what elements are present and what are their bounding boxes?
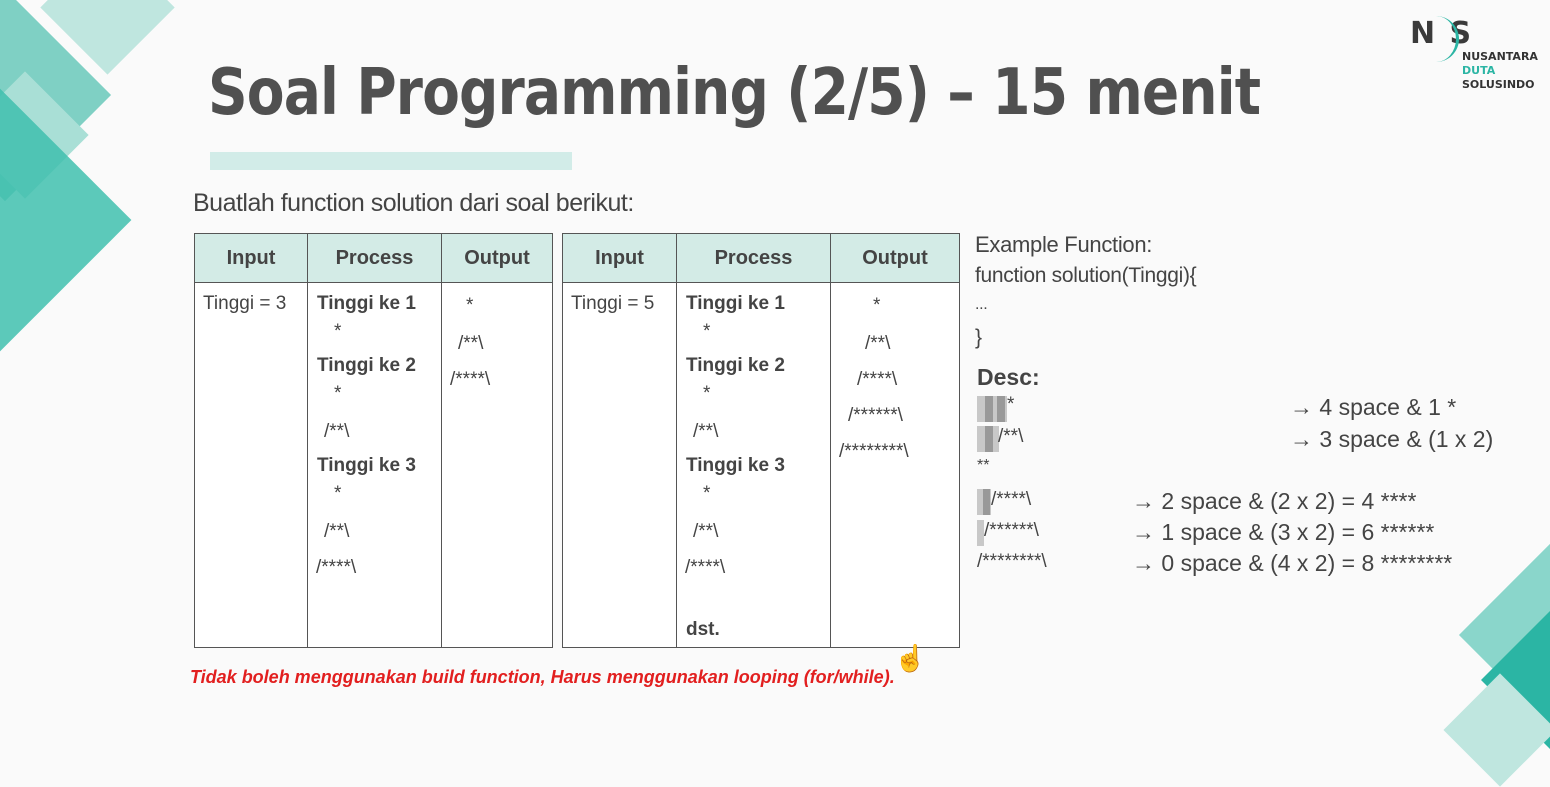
process-pattern: /****\: [316, 557, 357, 578]
output-line: *: [873, 295, 881, 316]
io-table-1: Input Process Output Tinggi = 3 Tinggi k…: [194, 233, 553, 648]
space-marker: [997, 396, 1005, 422]
space-marker: [985, 396, 993, 422]
desc-pattern: *: [1007, 394, 1015, 415]
process-pattern: *: [703, 383, 711, 404]
output-line: /********\: [839, 441, 909, 462]
title-underline: [210, 152, 572, 170]
space-marker: [983, 489, 990, 515]
process-pattern: /**\: [693, 521, 719, 542]
process-pattern: *: [703, 321, 711, 342]
input-cell: Tinggi = 5: [562, 282, 677, 648]
example-code-line: }: [975, 326, 982, 349]
output-line: /****\: [857, 369, 898, 390]
output-cell: * /**\ /****\: [441, 282, 553, 648]
process-step-label: Tinggi ke 3: [686, 455, 785, 476]
example-heading: Example Function:: [975, 232, 1153, 257]
process-cell: Tinggi ke 1 * Tinggi ke 2 * /**\ Tinggi …: [307, 282, 442, 648]
process-step-label: Tinggi ke 1: [317, 293, 416, 314]
process-continuation: dst.: [686, 619, 720, 640]
space-marker: [985, 426, 993, 452]
io-table-2: Input Process Output Tinggi = 5 Tinggi k…: [562, 233, 960, 648]
desc-pattern: /********\: [977, 551, 1047, 572]
logo-wordmark: NUSANTARA DUTA SOLUSINDO: [1462, 50, 1538, 92]
input-cell: Tinggi = 3: [194, 282, 308, 648]
logo-line2: DUTA: [1462, 64, 1496, 77]
output-line: *: [466, 295, 474, 316]
desc-explanation: → 0 space & (4 x 2) = 8 ********: [1132, 550, 1453, 576]
output-line: /****\: [450, 369, 491, 390]
process-pattern: /**\: [693, 421, 719, 442]
input-value: Tinggi = 5: [571, 293, 655, 314]
slide-subtitle: Buatlah function solution dari soal beri…: [193, 189, 634, 217]
process-pattern: *: [703, 483, 711, 504]
process-pattern: /**\: [324, 421, 350, 442]
example-code-line: function solution(Tinggi){: [975, 264, 1197, 287]
desc-explanation: → 3 space & (1 x 2): [1290, 426, 1494, 452]
hand-cursor-icon: ☝: [894, 643, 927, 673]
process-cell: Tinggi ke 1 * Tinggi ke 2 * /**\ Tinggi …: [676, 282, 831, 648]
header-input: Input: [562, 233, 677, 283]
logo-line1: NUSANTARA: [1462, 50, 1538, 63]
input-value: Tinggi = 3: [203, 293, 287, 314]
company-logo: N S NUSANTARA DUTA SOLUSINDO: [1408, 10, 1548, 100]
process-pattern: *: [334, 483, 342, 504]
output-line: /**\: [458, 333, 484, 354]
process-pattern: /****\: [685, 557, 726, 578]
header-process: Process: [676, 233, 831, 283]
header-input: Input: [194, 233, 308, 283]
desc-explanation: → 1 space & (3 x 2) = 6 ******: [1132, 519, 1435, 545]
slide-title: Soal Programming (2/5) – 15 menit: [208, 56, 1261, 130]
header-output: Output: [830, 233, 960, 283]
desc-heading: Desc:: [977, 364, 1040, 390]
header-output: Output: [441, 233, 553, 283]
header-process: Process: [307, 233, 442, 283]
rule-warning: Tidak boleh menggunakan build function, …: [190, 667, 895, 687]
desc-pattern: /****\: [991, 489, 1032, 510]
output-line: /**\: [865, 333, 891, 354]
process-pattern: *: [334, 321, 342, 342]
desc-pattern: **: [977, 457, 990, 474]
process-step-label: Tinggi ke 2: [686, 355, 785, 376]
process-pattern: /**\: [324, 521, 350, 542]
space-marker: [977, 520, 984, 546]
output-cell: * /**\ /****\ /******\ /********\: [830, 282, 960, 648]
desc-pattern: /******\: [984, 520, 1039, 541]
process-step-label: Tinggi ke 1: [686, 293, 785, 314]
logo-line3: SOLUSINDO: [1462, 78, 1535, 91]
desc-explanation: → 4 space & 1 *: [1290, 394, 1457, 420]
process-step-label: Tinggi ke 2: [317, 355, 416, 376]
desc-pattern: /**\: [998, 426, 1024, 447]
process-step-label: Tinggi ke 3: [317, 455, 416, 476]
desc-explanation: → 2 space & (2 x 2) = 4 ****: [1132, 488, 1417, 514]
output-line: /******\: [848, 405, 903, 426]
example-code-line: ...: [975, 296, 988, 313]
process-pattern: *: [334, 383, 342, 404]
